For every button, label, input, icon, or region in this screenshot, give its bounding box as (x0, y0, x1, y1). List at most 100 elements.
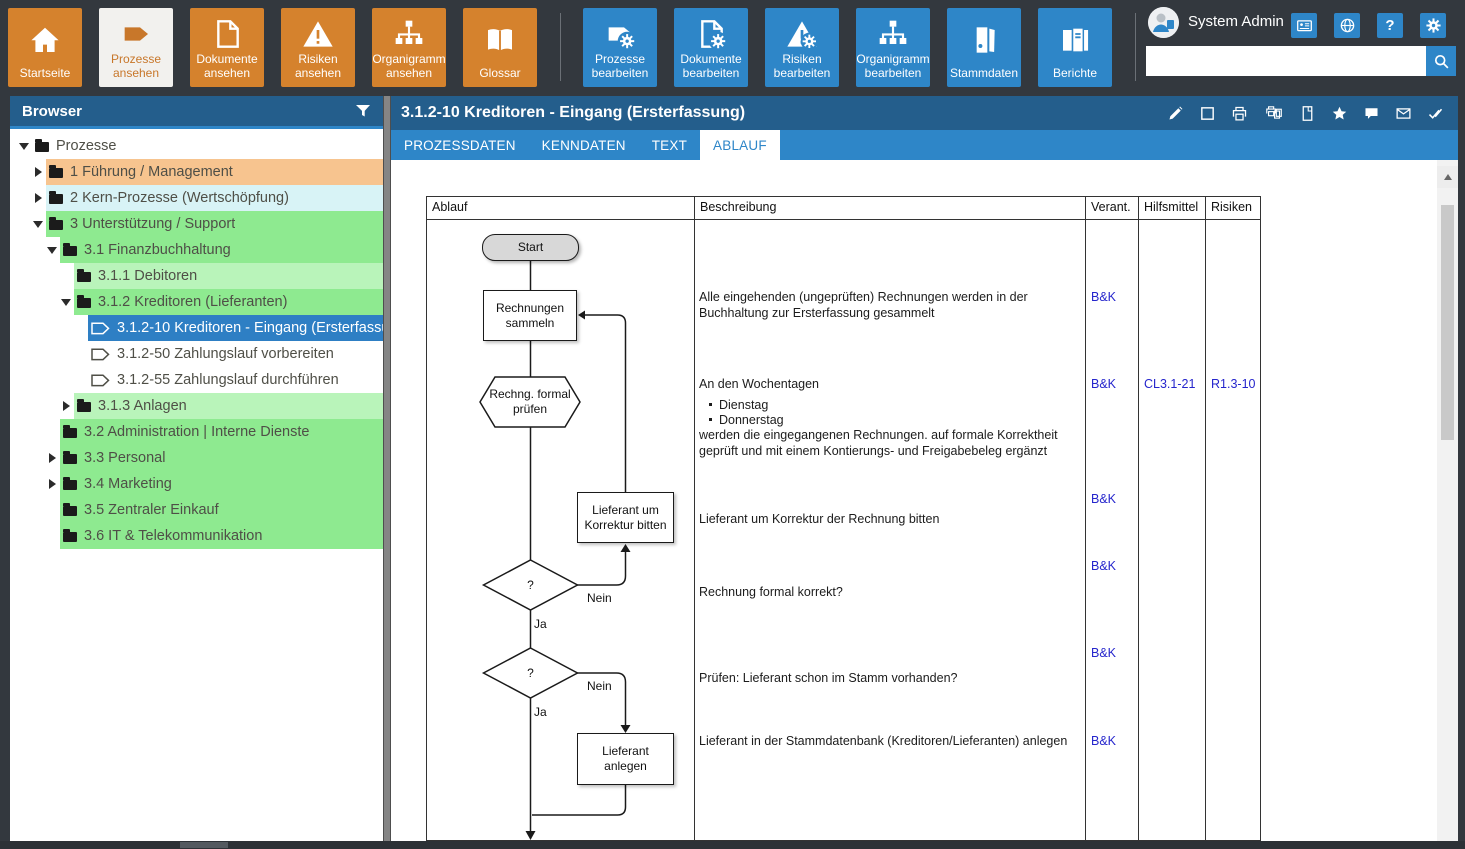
stammdaten-button[interactable]: Stammdaten (947, 8, 1021, 87)
prozesse-ansehen-button[interactable]: Prozesse ansehen (99, 8, 173, 87)
verant-link[interactable]: B&K (1091, 646, 1116, 660)
tree-item-debitoren[interactable]: 3.1.1 Debitoren (10, 263, 383, 289)
folder-icon (77, 298, 91, 308)
expander-none (46, 523, 60, 549)
dokumente-ansehen-button[interactable]: Dokumente ansehen (190, 8, 264, 87)
tab-ablauf[interactable]: ABLAUF (700, 130, 780, 160)
print-copies-icon[interactable] (1263, 105, 1284, 122)
tree-item-fuehrung[interactable]: 1 Führung / Management (10, 159, 383, 185)
id-card-button[interactable] (1291, 13, 1317, 38)
tree-item-it-telekommunikation[interactable]: 3.6 IT & Telekommunikation (10, 523, 383, 549)
glossary-book-icon (484, 8, 516, 67)
risiken-link[interactable]: R1.3-10 (1211, 377, 1255, 391)
expander-closed-icon[interactable] (60, 393, 74, 419)
horizontal-scrollbar[interactable] (0, 841, 1465, 849)
search-icon (1433, 53, 1450, 70)
top-toolbar: Startseite Prozesse ansehen Dokumente an… (0, 0, 1465, 96)
tree-item-zahlungslauf-durchfuehren[interactable]: 3.1.2-55 Zahlungslauf durchführen (10, 367, 383, 393)
avatar[interactable] (1148, 7, 1179, 38)
toolbar-divider (560, 13, 561, 81)
hilfsmittel-link[interactable]: CL3.1-21 (1144, 377, 1195, 391)
folder-icon (49, 168, 63, 178)
expander-closed-icon[interactable] (32, 159, 46, 185)
settings-button[interactable] (1420, 13, 1446, 38)
tab-text[interactable]: TEXT (639, 130, 700, 160)
tree-item-kreditoren-eingang-selected[interactable]: 3.1.2-10 Kreditoren - Eingang (Ersterfas… (10, 315, 383, 341)
expander-open-icon[interactable] (46, 237, 60, 263)
process-gear-icon (604, 8, 636, 53)
organigramm-ansehen-button[interactable]: Organigramm ansehen (372, 8, 446, 87)
organigramm-bearbeiten-button[interactable]: Organigramm bearbeiten (856, 8, 930, 87)
globe-button[interactable] (1334, 13, 1360, 38)
vertical-scrollbar-thumb[interactable] (1441, 205, 1454, 440)
mail-icon[interactable] (1395, 105, 1412, 122)
folder-icon (35, 142, 49, 152)
help-button[interactable]: ? (1377, 13, 1403, 38)
scroll-up-button[interactable] (1437, 166, 1458, 188)
tree-item-unterstuetzung[interactable]: 3 Unterstützung / Support (10, 211, 383, 237)
comment-icon[interactable] (1363, 105, 1380, 122)
tree-item-zentraler-einkauf[interactable]: 3.5 Zentraler Einkauf (10, 497, 383, 523)
tree-item-kernprozesse[interactable]: 2 Kern-Prozesse (Wertschöpfung) (10, 185, 383, 211)
expander-closed-icon[interactable] (46, 445, 60, 471)
binder-icon (968, 8, 1000, 67)
expander-closed-icon[interactable] (46, 471, 60, 497)
page-title: 3.1.2-10 Kreditoren - Eingang (Ersterfas… (401, 104, 1167, 122)
user-area: System Admin ? (1146, 0, 1456, 96)
browser-panel: Browser Prozesse 1 Führung / Management … (10, 96, 383, 841)
orgchart-gear-icon (877, 8, 909, 53)
row-description: Rechnung formal korrekt? (699, 585, 1079, 601)
window-icon[interactable] (1199, 105, 1216, 122)
expander-open-icon[interactable] (60, 289, 74, 315)
branch-label-nein-1: Nein (587, 591, 612, 605)
document-gear-icon (695, 8, 727, 53)
verant-link[interactable]: B&K (1091, 559, 1116, 573)
berichte-button[interactable]: Berichte (1038, 8, 1112, 87)
tree-item-kreditoren[interactable]: 3.1.2 Kreditoren (Lieferanten) (10, 289, 383, 315)
dokumente-bearbeiten-button[interactable]: Dokumente bearbeiten (674, 8, 748, 87)
risiken-ansehen-button[interactable]: Risiken ansehen (281, 8, 355, 87)
verant-link[interactable]: B&K (1091, 492, 1116, 506)
flow-node-korrektur-bitten: Lieferant um Korrektur bitten (577, 492, 674, 543)
home-icon (29, 8, 61, 67)
horizontal-scrollbar-thumb[interactable] (180, 842, 228, 848)
risiken-bearbeiten-button[interactable]: Risiken bearbeiten (765, 8, 839, 87)
main-panel: 3.1.2-10 Kreditoren - Eingang (Ersterfas… (391, 96, 1458, 841)
expander-none (74, 315, 88, 341)
risk-gear-icon (786, 8, 818, 53)
filter-funnel-icon[interactable] (355, 104, 371, 118)
expander-open-icon[interactable] (18, 133, 32, 159)
expander-open-icon[interactable] (32, 211, 46, 237)
verant-link[interactable]: B&K (1091, 377, 1116, 391)
approve-check-icon[interactable] (1427, 105, 1444, 122)
panel-splitter[interactable] (383, 96, 391, 841)
tree-item-zahlungslauf-vorbereiten[interactable]: 3.1.2-50 Zahlungslauf vorbereiten (10, 341, 383, 367)
tree-item-anlagen[interactable]: 3.1.3 Anlagen (10, 393, 383, 419)
startseite-button[interactable]: Startseite (8, 8, 82, 87)
verant-link[interactable]: B&K (1091, 290, 1116, 304)
hexagon-check-shape (480, 377, 580, 427)
process-flow-area: Ablauf Beschreibung Verant. Hilfsmittel … (391, 160, 1437, 841)
help-label: ? (1385, 17, 1394, 34)
expander-none (74, 367, 88, 393)
edit-pencil-icon[interactable] (1167, 105, 1184, 122)
glossar-button[interactable]: Glossar (463, 8, 537, 87)
verant-link[interactable]: B&K (1091, 734, 1116, 748)
flow-node-lieferant-anlegen: Lieferant anlegen (577, 733, 674, 785)
print-icon[interactable] (1231, 105, 1248, 122)
tree-item-administration[interactable]: 3.2 Administration | Interne Dienste (10, 419, 383, 445)
favorite-star-icon[interactable] (1331, 105, 1348, 122)
prozesse-bearbeiten-button[interactable]: Prozesse bearbeiten (583, 8, 657, 87)
document-icon[interactable] (1299, 105, 1316, 122)
tree-item-marketing[interactable]: 3.4 Marketing (10, 471, 383, 497)
search-button[interactable] (1426, 46, 1456, 76)
tree-item-personal[interactable]: 3.3 Personal (10, 445, 383, 471)
tab-kenndaten[interactable]: KENNDATEN (529, 130, 639, 160)
expander-closed-icon[interactable] (32, 185, 46, 211)
tree-item-prozesse[interactable]: Prozesse (10, 133, 383, 159)
vertical-scrollbar[interactable] (1437, 160, 1458, 841)
orgchart-icon (393, 8, 425, 53)
tree-item-finanzbuchhaltung[interactable]: 3.1 Finanzbuchhaltung (10, 237, 383, 263)
search-input[interactable] (1146, 46, 1426, 76)
tab-prozessdaten[interactable]: PROZESSDATEN (391, 130, 529, 160)
